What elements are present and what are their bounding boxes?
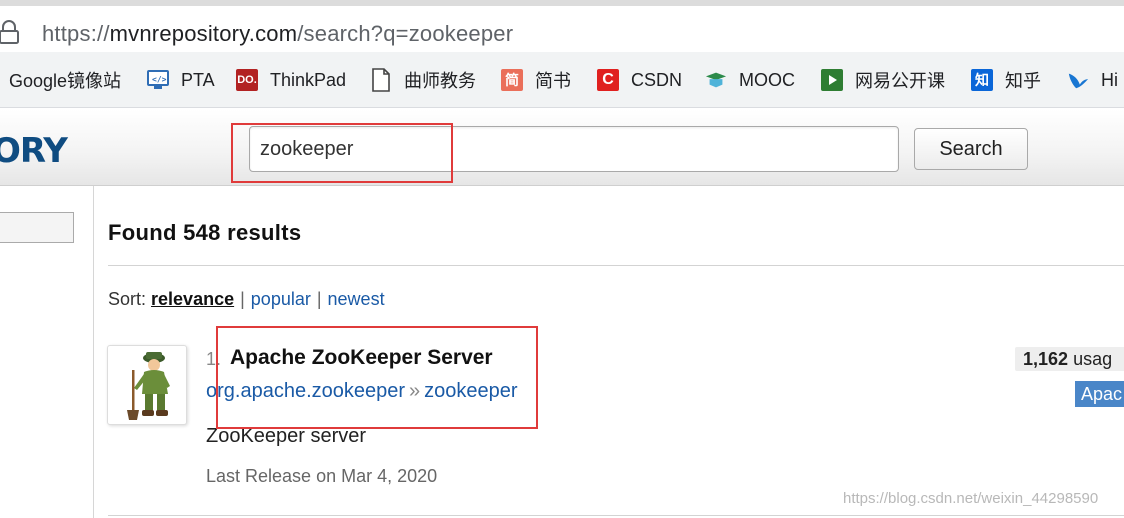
- bookmark-label: 知乎: [1005, 71, 1041, 91]
- divider: [108, 515, 1124, 516]
- sort-separator: |: [240, 289, 245, 309]
- usages-label: usag: [1073, 349, 1113, 369]
- left-sidebar: [0, 186, 94, 518]
- site-logo[interactable]: ORY: [0, 131, 68, 171]
- divider: [108, 265, 1124, 266]
- code-window-icon: </>: [147, 69, 169, 91]
- bookmark-csdn[interactable]: C CSDN: [597, 52, 682, 108]
- usages-count: 1,162: [1023, 349, 1069, 369]
- document-icon: [370, 68, 392, 92]
- search-button[interactable]: Search: [914, 128, 1028, 170]
- site-header: ORY Search: [0, 109, 1124, 186]
- bookmark-label: Hi: [1101, 69, 1118, 90]
- bookmark-label: PTA: [181, 69, 215, 90]
- highlight-box-search: [231, 123, 453, 183]
- bookmark-thinkpad[interactable]: DO. ThinkPad: [236, 52, 346, 108]
- artifact-logo[interactable]: [107, 345, 187, 425]
- results-heading: Found 548 results: [108, 220, 302, 245]
- sort-bar: Sort: relevance | popular | newest: [108, 289, 385, 310]
- bookmark-label: Google镜像站: [9, 71, 122, 91]
- watermark: https://blog.csdn.net/weixin_44298590: [843, 490, 1099, 507]
- usages-badge[interactable]: 1,162 usag: [1015, 347, 1124, 371]
- bookmark-zhihu[interactable]: 知 知乎: [971, 52, 1041, 108]
- bookmark-label: ThinkPad: [270, 69, 347, 90]
- sort-popular[interactable]: popular: [251, 289, 311, 309]
- result-last-release: Last Release on Mar 4, 2020: [206, 466, 438, 486]
- bookmark-google-mirror[interactable]: Google镜像站: [9, 52, 121, 108]
- bookmark-label: CSDN: [631, 69, 683, 90]
- sidebar-search-field[interactable]: [0, 212, 74, 243]
- svg-text:</>: </>: [152, 75, 167, 84]
- zookeeper-mascot-icon: [127, 352, 170, 420]
- license-badge[interactable]: Apac: [1075, 381, 1124, 407]
- highlight-box-result: [216, 326, 538, 429]
- bookmark-mooc[interactable]: MOOC: [705, 52, 795, 108]
- bookmark-jianshu[interactable]: 简 简书: [501, 52, 571, 108]
- mooc-icon: [705, 69, 727, 91]
- bookmarks-bar: Google镜像站 </> PTA DO. ThinkPad 曲师教务 简 简书…: [0, 52, 1124, 108]
- csdn-icon: C: [597, 69, 619, 91]
- do-badge-icon: DO.: [236, 69, 258, 91]
- bookmark-163-open-course[interactable]: 网易公开课: [821, 52, 945, 108]
- sort-separator: |: [316, 289, 322, 309]
- bookmark-pta[interactable]: </> PTA: [147, 52, 215, 108]
- url-text[interactable]: https://mvnrepository.com/search?q=zooke…: [42, 21, 513, 47]
- sort-label: Sort:: [108, 289, 147, 309]
- sort-newest[interactable]: newest: [328, 289, 385, 309]
- bookmark-qushi-jiaowu[interactable]: 曲师教务: [370, 52, 476, 108]
- jianshu-icon: 简: [501, 69, 523, 91]
- bookmark-label: 网易公开课: [855, 71, 945, 91]
- address-bar[interactable]: https://mvnrepository.com/search?q=zooke…: [0, 6, 1124, 52]
- url-prefix: https://: [42, 21, 110, 46]
- play-icon: [821, 69, 843, 91]
- bookmark-label: 曲师教务: [404, 71, 476, 91]
- url-path: /search?q=zookeeper: [297, 21, 514, 46]
- sort-relevance[interactable]: relevance: [151, 289, 234, 309]
- zhihu-icon: 知: [971, 69, 993, 91]
- url-host: mvnrepository.com: [109, 21, 298, 46]
- bookmark-label: 简书: [535, 71, 571, 91]
- bookmark-hi[interactable]: Hi: [1067, 52, 1118, 108]
- bird-icon: [1067, 69, 1089, 91]
- bookmark-label: MOOC: [739, 69, 795, 90]
- lock-icon: [0, 20, 19, 44]
